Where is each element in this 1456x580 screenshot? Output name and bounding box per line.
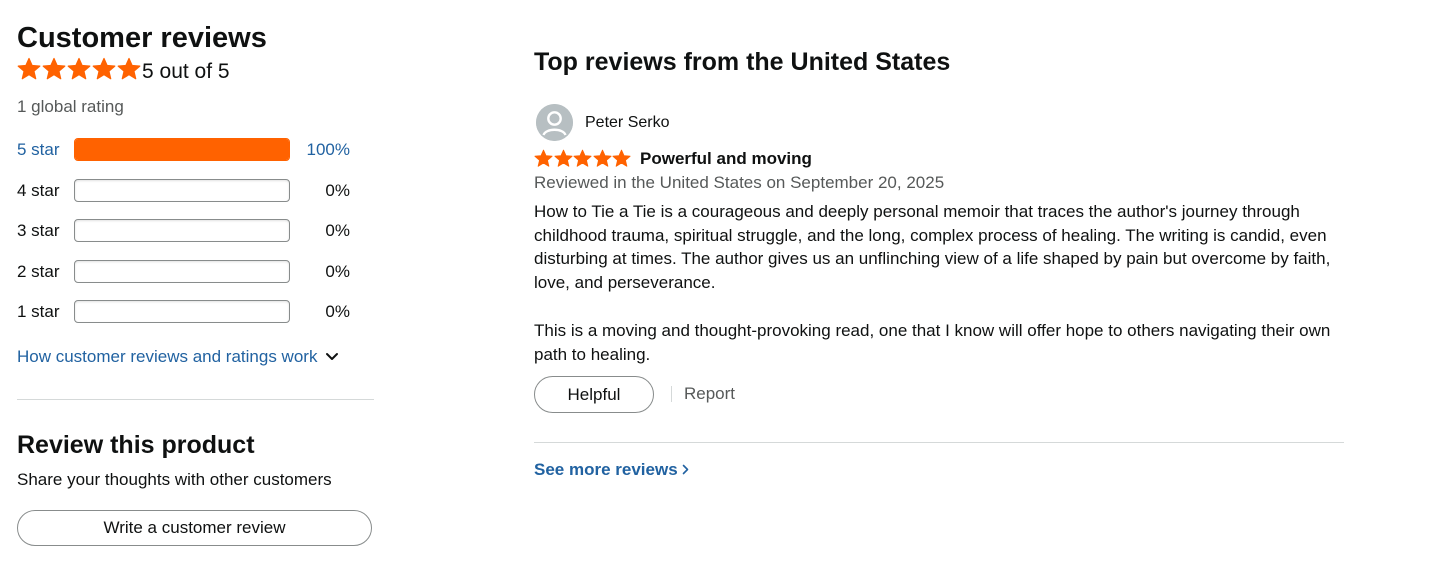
review-product-subtitle: Share your thoughts with other customers — [17, 470, 332, 489]
star-icon — [17, 57, 41, 80]
histogram-row-3-star: 3 star 0% — [17, 219, 357, 243]
histogram-bar — [74, 260, 290, 283]
review-product-title: Review this product — [17, 431, 255, 459]
histogram-bar[interactable] — [74, 138, 290, 161]
how-reviews-work-label[interactable]: How customer reviews and ratings work — [17, 347, 317, 367]
helpful-button[interactable]: Helpful — [534, 376, 654, 413]
star-icon — [92, 57, 116, 80]
review-body-paragraph: This is a moving and thought-provoking r… — [534, 321, 1331, 364]
histogram-bar — [74, 179, 290, 202]
see-more-reviews-link[interactable]: See more reviews — [534, 460, 689, 480]
overall-star-rating — [17, 57, 142, 81]
histogram-row-4-star: 4 star 0% — [17, 179, 357, 203]
customer-reviews-title: Customer reviews — [17, 22, 267, 54]
star-icon — [42, 57, 66, 80]
histogram-row-1-star: 1 star 0% — [17, 300, 357, 324]
report-link[interactable]: Report — [684, 384, 735, 404]
review-date: Reviewed in the United States on Septemb… — [534, 173, 945, 192]
overall-rating-text: 5 out of 5 — [142, 60, 230, 83]
see-more-reviews-label[interactable]: See more reviews — [534, 460, 678, 480]
review-title[interactable]: Powerful and moving — [640, 148, 812, 170]
histogram-label: 1 star — [17, 302, 60, 321]
chevron-right-icon[interactable] — [682, 460, 689, 480]
histogram-label[interactable]: 5 star — [17, 140, 60, 160]
star-icon — [553, 149, 573, 167]
star-icon — [573, 149, 592, 167]
histogram-percent: 0% — [325, 181, 350, 200]
histogram-row-5-star[interactable]: 5 star 100% — [17, 138, 357, 162]
histogram-percent: 0% — [325, 262, 350, 281]
star-icon — [534, 149, 553, 167]
global-rating-count: 1 global rating — [17, 97, 124, 116]
histogram-percent[interactable]: 100% — [307, 140, 350, 160]
star-icon — [612, 149, 631, 167]
top-reviews-title: Top reviews from the United States — [534, 48, 951, 76]
histogram-bar — [74, 219, 290, 242]
review-star-rating[interactable] — [534, 149, 632, 168]
how-reviews-work-link[interactable]: How customer reviews and ratings work — [17, 347, 339, 367]
reviewer-name[interactable]: Peter Serko — [585, 113, 669, 133]
section-divider — [534, 442, 1344, 443]
histogram-row-2-star: 2 star 0% — [17, 260, 357, 284]
write-review-button[interactable]: Write a customer review — [17, 510, 372, 546]
histogram-bar-fill — [75, 139, 289, 160]
star-icon — [67, 57, 91, 80]
section-divider — [17, 399, 374, 400]
review-body-paragraph: How to Tie a Tie is a courageous and dee… — [534, 202, 1331, 293]
histogram-percent: 0% — [325, 221, 350, 240]
histogram-label: 4 star — [17, 181, 60, 200]
histogram-label: 2 star — [17, 262, 60, 281]
report-separator — [671, 386, 672, 402]
star-icon — [592, 149, 612, 167]
histogram-label: 3 star — [17, 221, 60, 240]
histogram-bar — [74, 300, 290, 323]
star-icon — [117, 57, 141, 80]
histogram-percent: 0% — [325, 302, 350, 321]
user-avatar-icon[interactable] — [536, 104, 573, 141]
chevron-down-icon[interactable] — [325, 347, 339, 367]
